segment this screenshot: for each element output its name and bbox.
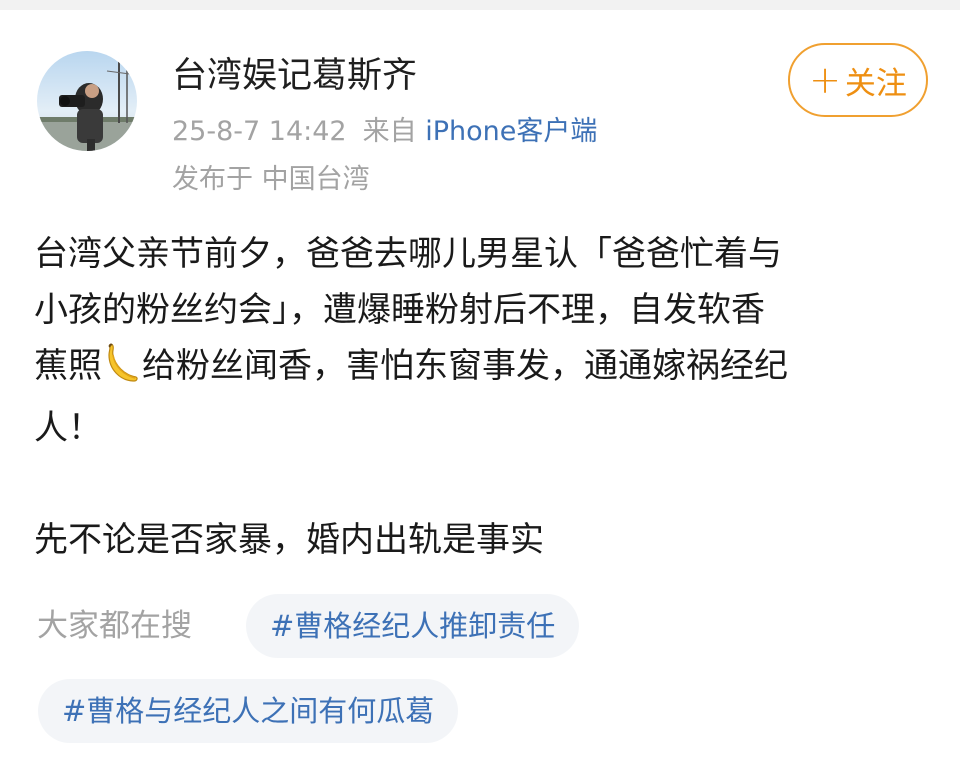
- top-divider: [0, 0, 960, 10]
- source-link[interactable]: iPhone客户端: [425, 116, 597, 147]
- post-line-1: 台湾父亲节前夕，爸爸去哪儿男星认「爸爸忙着与: [34, 234, 782, 274]
- trending-search-label: 大家都在搜: [37, 608, 192, 644]
- post-meta: 25-8-7 14:42 来自 iPhone客户端: [172, 112, 597, 152]
- post-paragraph-2: 先不论是否家暴，婚内出轨是事实: [34, 520, 544, 560]
- post-line-3-end: 给粉丝闻香，害怕东窗事发，通通嫁祸经纪: [142, 346, 788, 386]
- post-line-4: 人！: [34, 408, 102, 448]
- post-line-3: 蕉照 给粉丝闻香，害怕东窗事发，通通嫁祸经纪: [34, 338, 934, 400]
- post-line-3-start: 蕉照: [34, 346, 102, 386]
- source-prefix: 来自: [362, 116, 417, 147]
- author-name[interactable]: 台湾娱记葛斯齐: [172, 52, 417, 100]
- plus-icon: +: [809, 58, 841, 102]
- follow-button[interactable]: + 关注: [788, 43, 928, 117]
- banana-emoji-icon: [104, 343, 140, 400]
- post-timestamp: 25-8-7 14:42: [172, 116, 347, 147]
- trending-topic-chip[interactable]: #曹格与经纪人之间有何瓜葛: [38, 679, 459, 743]
- follow-button-label: 关注: [844, 65, 907, 102]
- post-location: 发布于 中国台湾: [172, 164, 370, 195]
- post-line-2: 小孩的粉丝约会」，遭爆睡粉射后不理，自发软香: [34, 290, 765, 330]
- author-avatar[interactable]: [37, 51, 137, 151]
- trending-topic-chip[interactable]: #曹格经纪人推卸责任: [246, 594, 580, 658]
- post-body: 台湾父亲节前夕，爸爸去哪儿男星认「爸爸忙着与 小孩的粉丝约会」，遭爆睡粉射后不理…: [34, 226, 934, 568]
- avatar-photographer-icon: [37, 51, 137, 151]
- weibo-post-page: 台湾娱记葛斯齐 25-8-7 14:42 来自 iPhone客户端 发布于 中国台…: [0, 0, 960, 779]
